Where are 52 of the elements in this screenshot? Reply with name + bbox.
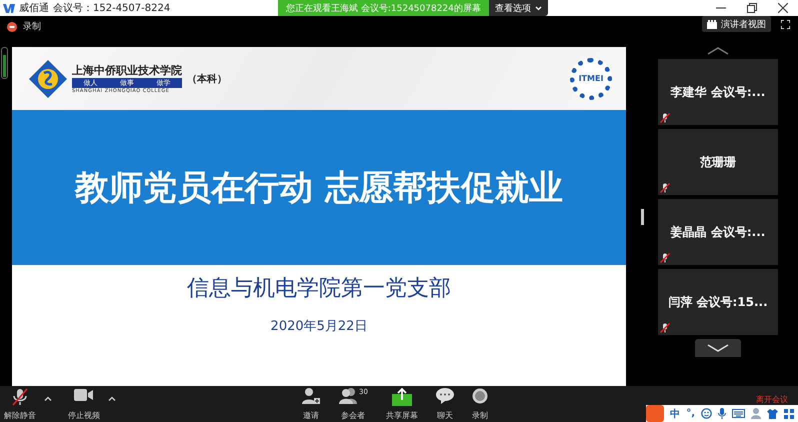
microphone-icon[interactable] — [718, 408, 726, 419]
chat-button[interactable]: 聊天 — [434, 388, 456, 422]
mic-button[interactable]: 解除静音 — [2, 388, 38, 422]
participant-name: 李建华 会议号:... — [670, 84, 766, 100]
restore-icon[interactable] — [747, 3, 757, 13]
fullscreen-icon[interactable] — [781, 20, 790, 28]
share-banner-text: 您正在观看王海斌 会议号:15245078224的屏幕 — [286, 2, 481, 14]
meeting-id: 会议号：152-4507-8224 — [53, 2, 170, 15]
slide-title: 教师党员在行动 志愿帮扶促就业 — [75, 166, 563, 210]
participant-tile[interactable]: 闫萍 会议号:15... — [658, 269, 778, 335]
close-icon[interactable] — [778, 3, 788, 13]
scroll-up-icon[interactable] — [707, 47, 729, 55]
ime-mode[interactable]: 中 — [670, 406, 680, 420]
video-button[interactable]: 停止视频 — [66, 388, 102, 422]
participant-tile[interactable]: 范珊珊 — [658, 129, 778, 195]
panel-splitter[interactable] — [640, 208, 644, 224]
speaker-view-button[interactable]: 演讲者视图 — [702, 16, 771, 32]
chevron-down-icon — [707, 344, 729, 352]
share-button[interactable]: 共享屏幕 — [384, 388, 420, 422]
participant-name: 姜晶晶 会议号:... — [670, 224, 766, 240]
invite-button[interactable]: 邀请 — [300, 388, 322, 422]
participant-name: 范珊珊 — [700, 154, 736, 170]
caret-icon[interactable] — [108, 396, 116, 400]
scroll-down-button[interactable] — [695, 339, 741, 357]
caret-icon — [534, 6, 542, 10]
slide-date: 2020年5月22日 — [270, 318, 368, 335]
video-camera-icon — [74, 388, 94, 402]
caret-icon[interactable] — [44, 396, 52, 400]
share-screen-icon — [392, 388, 412, 406]
participant-tile[interactable]: 姜晶晶 会议号:... — [658, 199, 778, 265]
keyboard-icon[interactable] — [732, 409, 745, 418]
school-name: 上海中侨职业技术学院 — [72, 63, 182, 78]
shirt-icon[interactable] — [767, 408, 778, 418]
view-options-button[interactable]: 查看选项 — [488, 0, 548, 16]
punctuation-mode[interactable]: °, — [686, 408, 695, 419]
emblem-text: ITMEI — [578, 74, 604, 83]
participant-name: 闫萍 会议号:15... — [668, 294, 768, 310]
resize-handle[interactable] — [1, 47, 8, 79]
degree-label: （本科） — [187, 72, 227, 86]
record-icon — [7, 22, 17, 32]
smiley-icon[interactable] — [701, 408, 712, 419]
school-logo-icon — [29, 60, 67, 98]
chat-bubble-icon — [436, 388, 454, 404]
participant-tile[interactable]: 李建华 会议号:... — [658, 59, 778, 125]
slide-subtitle: 信息与机电学院第一党支部 — [187, 275, 451, 303]
record-button[interactable]: 录制 — [470, 388, 490, 422]
recording-label: 录制 — [23, 20, 41, 33]
people-icon — [338, 388, 358, 404]
app-logo-icon — [3, 4, 15, 12]
app-name: 威佰通 — [19, 2, 49, 15]
leave-meeting-link[interactable]: 离开会议 — [756, 394, 788, 405]
record-button-icon — [472, 388, 488, 404]
